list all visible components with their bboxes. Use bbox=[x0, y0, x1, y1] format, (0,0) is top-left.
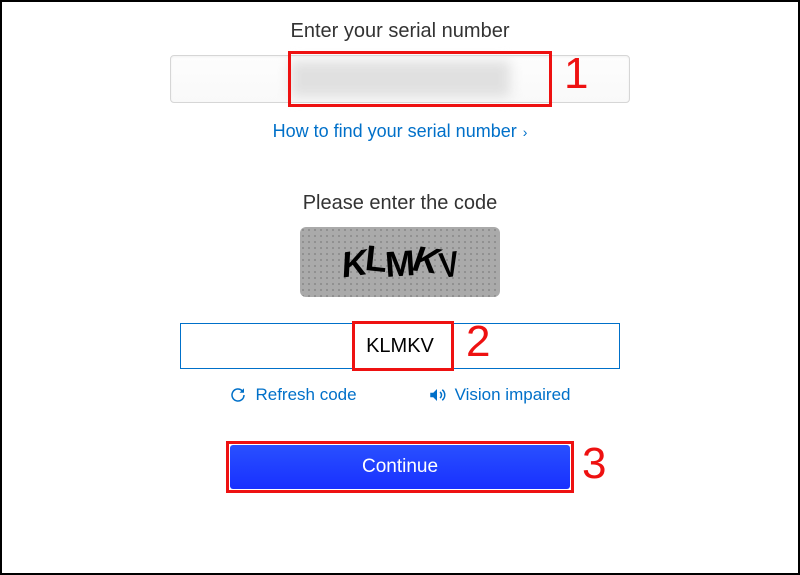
continue-wrap: Continue 3 bbox=[230, 445, 570, 489]
code-input[interactable] bbox=[180, 323, 620, 369]
chevron-right-icon: › bbox=[523, 124, 528, 140]
captcha-image: KLMKV bbox=[300, 227, 500, 297]
audio-icon bbox=[427, 386, 447, 404]
vision-impaired-label: Vision impaired bbox=[455, 385, 571, 405]
continue-button[interactable]: Continue bbox=[230, 445, 570, 489]
captcha-helpers: Refresh code Vision impaired bbox=[229, 385, 570, 405]
captcha-label: Please enter the code bbox=[303, 192, 498, 215]
find-serial-link[interactable]: How to find your serial number › bbox=[273, 121, 528, 142]
refresh-code-button[interactable]: Refresh code bbox=[229, 385, 356, 405]
refresh-icon bbox=[229, 386, 247, 404]
serial-input-wrap: 1 bbox=[170, 55, 630, 103]
find-serial-link-text: How to find your serial number bbox=[273, 121, 517, 142]
code-input-wrap: 2 bbox=[180, 323, 620, 369]
vision-impaired-button[interactable]: Vision impaired bbox=[427, 385, 571, 405]
captcha-image-text: KLMKV bbox=[341, 241, 459, 283]
refresh-code-label: Refresh code bbox=[255, 385, 356, 405]
annotation-number-3: 3 bbox=[582, 439, 606, 489]
redacted-serial bbox=[290, 61, 510, 97]
serial-label: Enter your serial number bbox=[291, 20, 510, 43]
